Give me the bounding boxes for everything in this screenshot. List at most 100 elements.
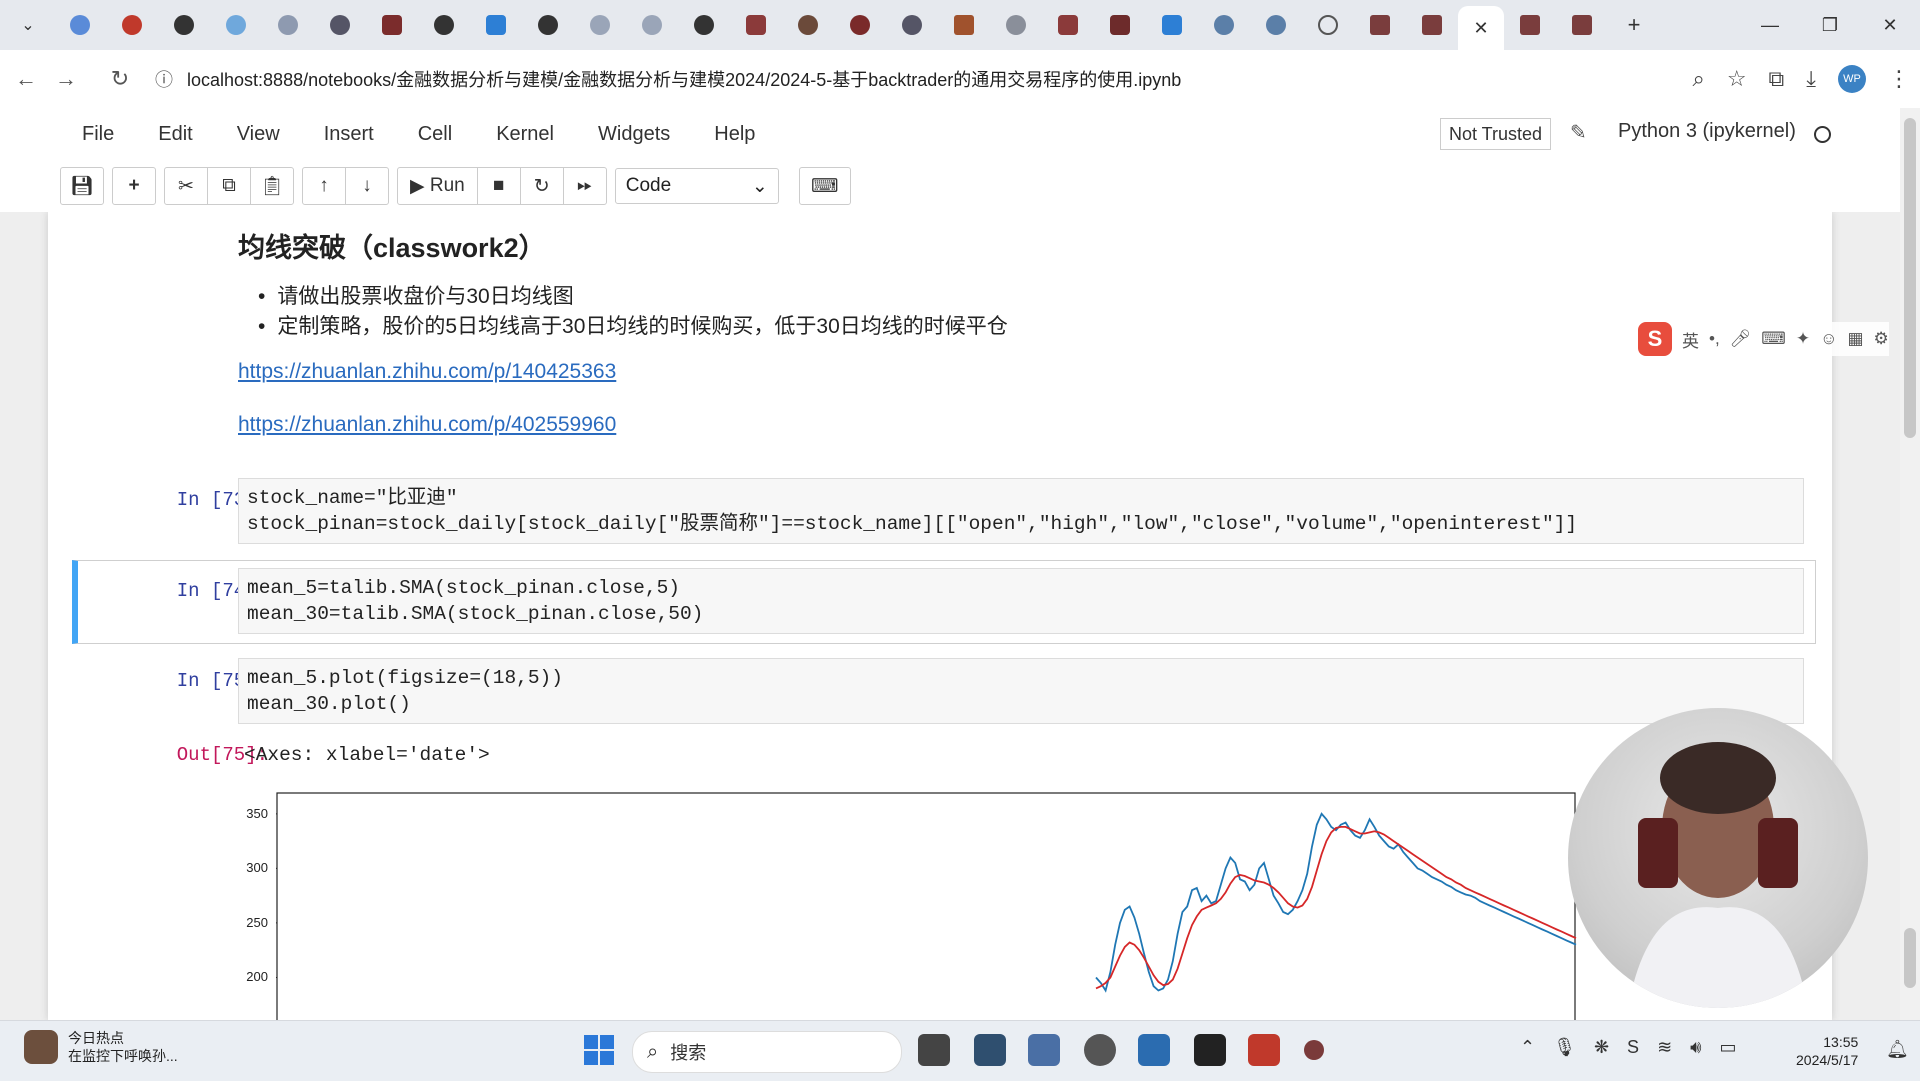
paste-icon[interactable]: 📋︎ xyxy=(251,168,293,204)
reload-icon[interactable]: ↻ xyxy=(100,66,140,92)
cell-type-select[interactable]: Code ⌄ xyxy=(614,168,779,204)
cut-icon[interactable]: ✂ xyxy=(165,168,208,204)
taskbar-app-icon[interactable] xyxy=(1304,1040,1324,1060)
tab-favicon-loading[interactable] xyxy=(1308,5,1348,45)
ime-logo-icon[interactable]: S xyxy=(1638,322,1672,356)
tab-favicon-cloud[interactable] xyxy=(632,5,672,45)
tab-favicon[interactable] xyxy=(996,5,1036,45)
menu-kernel[interactable]: Kernel xyxy=(474,123,576,146)
ime-lang-icon[interactable]: 英 xyxy=(1682,327,1699,352)
url-input[interactable]: ⓘ localhost:8888/notebooks/金融数据分析与建模/金融数… xyxy=(155,58,1645,100)
tab-favicon[interactable] xyxy=(1100,5,1140,45)
restart-icon[interactable]: ↻ xyxy=(521,168,564,204)
tab-favicon[interactable] xyxy=(320,5,360,45)
taskbar-search[interactable]: ⌕ 搜索 xyxy=(632,1031,902,1073)
bookmark-star-icon[interactable]: ☆ xyxy=(1727,66,1747,92)
profile-avatar[interactable]: WP xyxy=(1838,65,1866,93)
tab-favicon-github[interactable] xyxy=(684,5,724,45)
chrome-icon[interactable] xyxy=(1084,1034,1116,1066)
tab-favicon[interactable] xyxy=(840,5,880,45)
tab-favicon[interactable] xyxy=(1256,5,1296,45)
tray-chevron-icon[interactable]: ⌃ xyxy=(1520,1037,1535,1058)
mic-icon[interactable]: 🎙︎ xyxy=(1553,1037,1576,1058)
markdown-link[interactable]: https://zhuanlan.zhihu.com/p/402559960 xyxy=(238,413,616,437)
tab-favicon[interactable] xyxy=(216,5,256,45)
wps-icon[interactable] xyxy=(1248,1034,1280,1066)
notification-icon[interactable]: 🔔︎ xyxy=(1886,1039,1909,1060)
fast-forward-icon[interactable]: ⏩︎ xyxy=(564,168,606,204)
insert-cell-icon[interactable]: + xyxy=(113,168,155,204)
active-tab-close-button[interactable]: ✕ xyxy=(1458,6,1504,50)
scrollbar-thumb[interactable] xyxy=(1904,928,1916,988)
volume-icon[interactable]: 🔊︎ xyxy=(1690,1037,1701,1058)
trusted-status-button[interactable]: Not Trusted xyxy=(1440,118,1552,150)
more-menu-icon[interactable]: ⋮ xyxy=(1888,66,1910,92)
move-down-icon[interactable]: ↓ xyxy=(346,168,388,204)
markdown-link[interactable]: https://zhuanlan.zhihu.com/p/140425363 xyxy=(238,360,616,384)
tab-favicon-cloud[interactable] xyxy=(580,5,620,45)
tab-favicon[interactable] xyxy=(736,5,776,45)
menu-cell[interactable]: Cell xyxy=(396,123,474,146)
new-tab-button[interactable]: + xyxy=(1614,5,1654,45)
tab-favicon[interactable] xyxy=(1412,5,1452,45)
tab-favicon-zhihu[interactable] xyxy=(476,5,516,45)
tab-favicon[interactable] xyxy=(60,5,100,45)
menu-insert[interactable]: Insert xyxy=(302,123,396,146)
start-button[interactable] xyxy=(584,1035,614,1065)
zoom-icon[interactable]: ⌕ xyxy=(1692,66,1704,92)
tab-favicon[interactable] xyxy=(372,5,412,45)
keyboard-icon[interactable]: ⌨ xyxy=(800,168,850,204)
taskbar-app-icon[interactable] xyxy=(974,1034,1006,1066)
tab-favicon[interactable] xyxy=(1204,5,1244,45)
menu-file[interactable]: File xyxy=(60,123,136,146)
tab-favicon[interactable] xyxy=(268,5,308,45)
scrollbar-thumb[interactable] xyxy=(1904,118,1916,438)
tab-favicon-github[interactable] xyxy=(528,5,568,45)
news-widget[interactable]: 今日热点 在监控下呼唤孙... xyxy=(24,1029,178,1065)
tab-favicon[interactable] xyxy=(1510,5,1550,45)
code-cell-input[interactable]: stock_name="比亚迪" stock_pinan=stock_daily[… xyxy=(238,478,1804,544)
terminal-icon[interactable] xyxy=(1194,1034,1226,1066)
code-cell-input[interactable]: mean_5.plot(figsize=(18,5)) mean_30.plot(… xyxy=(238,658,1804,724)
tab-favicon[interactable] xyxy=(1562,5,1602,45)
move-up-icon[interactable]: ↑ xyxy=(303,168,346,204)
back-icon[interactable]: ← xyxy=(6,66,46,92)
stop-icon[interactable]: ■ xyxy=(478,168,521,204)
wifi-icon[interactable]: ≋ xyxy=(1657,1037,1672,1058)
restore-icon[interactable]: ❐ xyxy=(1800,15,1860,36)
tab-favicon-github[interactable] xyxy=(424,5,464,45)
tab-favicon[interactable] xyxy=(944,5,984,45)
tab-favicon[interactable] xyxy=(112,5,152,45)
tray-app-icon[interactable]: ❋ xyxy=(1594,1037,1609,1058)
taskbar-app-icon[interactable] xyxy=(1138,1034,1170,1066)
ime-tray-icon[interactable]: S xyxy=(1627,1037,1639,1058)
ime-punct-icon[interactable]: •, xyxy=(1709,329,1720,349)
tab-favicon[interactable] xyxy=(788,5,828,45)
ime-skin-icon[interactable]: ✦ xyxy=(1796,329,1810,349)
forward-icon[interactable]: → xyxy=(46,66,86,92)
tab-favicon[interactable] xyxy=(1048,5,1088,45)
tab-favicon-zhihu[interactable] xyxy=(1152,5,1192,45)
page-scrollbar[interactable] xyxy=(1900,108,1920,1020)
save-icon[interactable]: 💾︎ xyxy=(61,168,103,204)
ime-settings-icon[interactable]: ⚙ xyxy=(1874,329,1889,349)
minimize-icon[interactable]: — xyxy=(1740,15,1800,36)
menu-view[interactable]: View xyxy=(215,123,302,146)
taskbar-app-icon[interactable] xyxy=(1028,1034,1060,1066)
taskbar-app-icon[interactable] xyxy=(918,1034,950,1066)
tab-favicon-github[interactable] xyxy=(164,5,204,45)
menu-edit[interactable]: Edit xyxy=(136,123,214,146)
copy-icon[interactable]: ⧉ xyxy=(208,168,251,204)
code-cell-input[interactable]: mean_5=talib.SMA(stock_pinan.close,5) mea… xyxy=(238,568,1804,634)
tab-favicon[interactable] xyxy=(892,5,932,45)
download-icon[interactable]: ⤓ xyxy=(1806,66,1816,92)
pencil-icon[interactable]: ✎ xyxy=(1570,120,1587,145)
menu-widgets[interactable]: Widgets xyxy=(576,123,692,146)
taskbar-clock[interactable]: 13:55 2024/5/17 xyxy=(1796,1033,1858,1069)
extensions-icon[interactable]: ⧉ xyxy=(1769,66,1785,92)
run-button[interactable]: ▶ Run xyxy=(398,168,478,204)
ime-chat-icon[interactable]: ☺ xyxy=(1820,329,1837,349)
close-window-icon[interactable]: ✕ xyxy=(1860,15,1920,36)
ime-grid-icon[interactable]: ▦ xyxy=(1847,329,1863,349)
battery-icon[interactable]: ▭ xyxy=(1720,1037,1737,1058)
